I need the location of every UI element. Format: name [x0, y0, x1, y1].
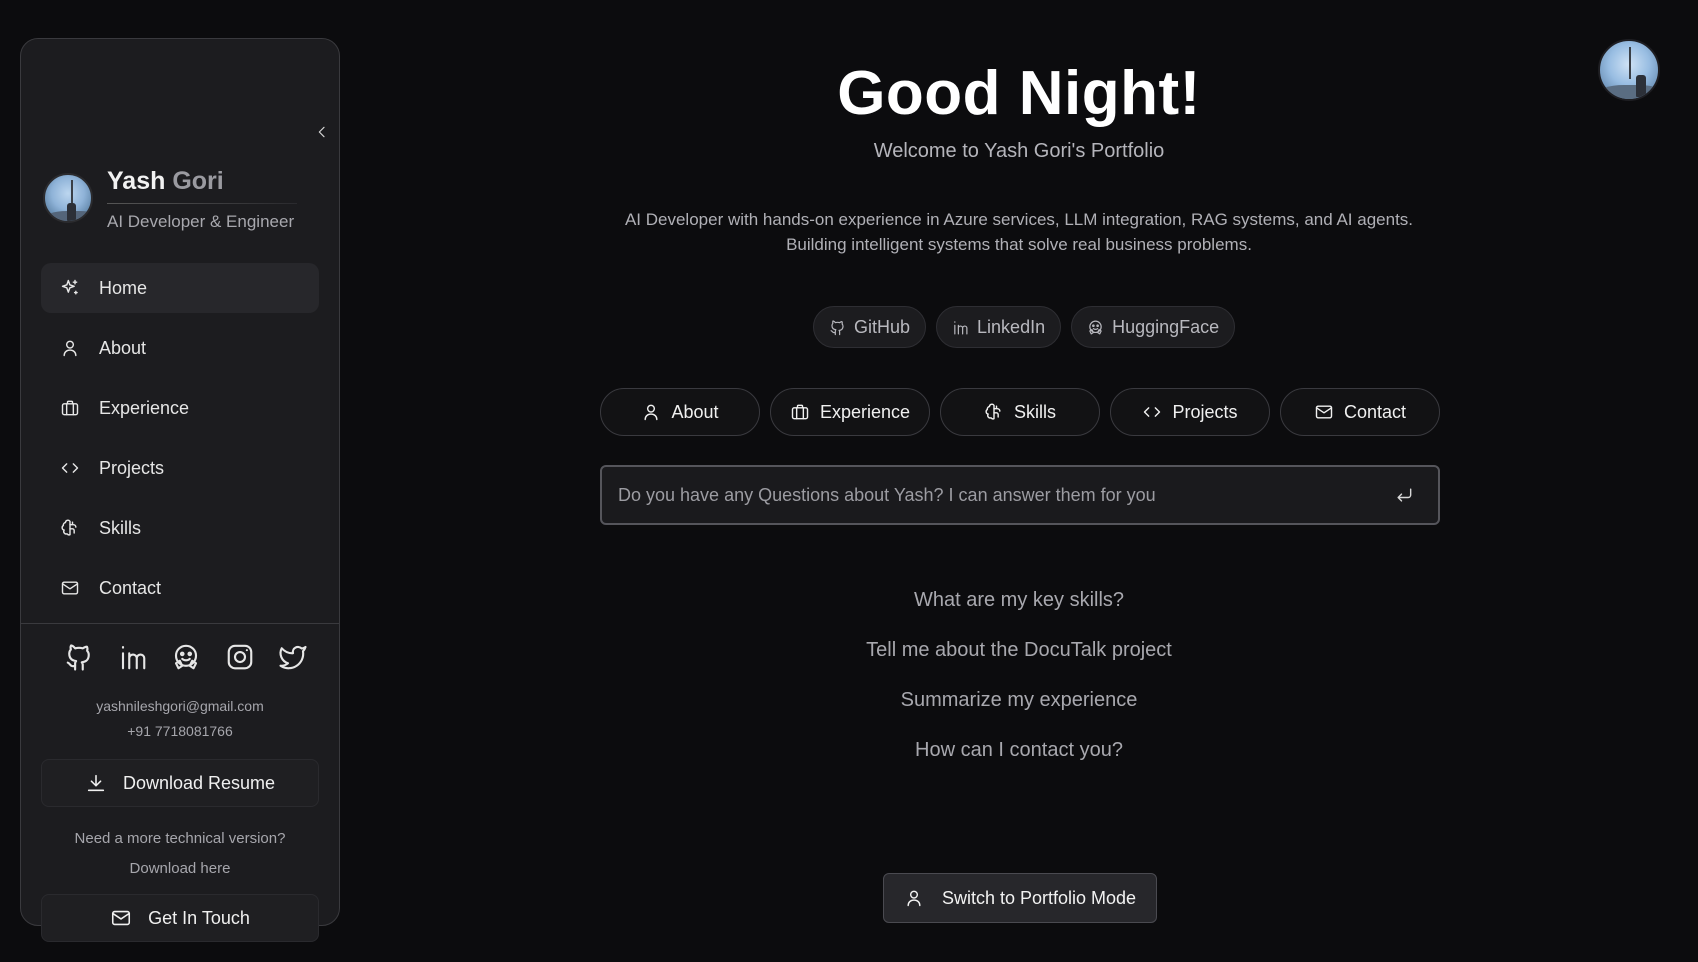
sidebar-item-label: Home [99, 277, 148, 298]
sidebar-item-experience[interactable]: Experience [41, 383, 319, 433]
submit-question-button[interactable] [1384, 475, 1424, 515]
page-title: Good Night! [837, 59, 1201, 128]
technical-version-text: Need a more technical version? [74, 830, 286, 847]
skills-button[interactable]: Skills [940, 388, 1100, 436]
github-chip[interactable]: GitHub [813, 306, 927, 348]
question-input[interactable] [602, 467, 1384, 523]
suggested-questions: What are my key skills? Tell me about th… [0, 586, 1698, 786]
about-button[interactable]: About [600, 388, 760, 436]
projects-button[interactable]: Projects [1110, 388, 1270, 436]
sidebar-item-skills[interactable]: Skills [41, 503, 319, 553]
question-box [600, 465, 1440, 525]
chip-label: LinkedIn [977, 316, 1046, 337]
enter-icon [1397, 488, 1412, 502]
code-icon [59, 457, 81, 479]
suggestion-item[interactable]: Summarize my experience [340, 686, 1698, 736]
sidebar-item-label: About [99, 337, 147, 358]
sidebar-item-label: Projects [99, 457, 165, 478]
chip-label: GitHub [854, 316, 911, 337]
profile-last-name: Gori [172, 167, 224, 195]
contact-button[interactable]: Contact [1280, 388, 1440, 436]
mail-icon [1315, 405, 1333, 419]
suggestion-item[interactable]: What are my key skills? [340, 586, 1698, 636]
profile-first-name: Yash [107, 167, 166, 195]
skills-button-label: Skills [1013, 401, 1056, 422]
technical-version-note: Need a more technical version? Download … [21, 824, 339, 884]
projects-button-label: Projects [1172, 401, 1238, 422]
github-icon [830, 319, 844, 335]
contact-button-label: Contact [1343, 401, 1407, 422]
get-in-touch-button[interactable]: Get In Touch [41, 894, 319, 942]
mail-icon [112, 910, 131, 926]
user-icon [644, 404, 659, 421]
download-here-link[interactable]: Download here [21, 854, 339, 884]
sidebar-item-home[interactable]: Home [41, 263, 319, 313]
intro-line: AI Developer with hands-on experience in… [624, 210, 1414, 229]
user-icon [907, 890, 921, 907]
sidebar-item-about[interactable]: About [41, 323, 319, 373]
intro-text: AI Developer with hands-on experience in… [0, 207, 1698, 257]
chip-label: HuggingFace [1112, 316, 1220, 337]
sidebar-item-label: Skills [99, 517, 142, 538]
suggestion-item[interactable]: How can I contact you? [340, 736, 1698, 786]
sidebar: Yash Gori AI Developer & Engineer Home A… [20, 38, 340, 942]
experience-button[interactable]: Experience [770, 388, 930, 436]
divider [107, 203, 297, 204]
sidebar-item-label: Experience [99, 397, 190, 418]
sidebar-item-projects[interactable]: Projects [41, 443, 319, 493]
sparkles-icon [59, 277, 81, 299]
profile-name: Yash Gori [107, 167, 224, 196]
huggingface-icon [1089, 320, 1102, 334]
switch-button-label: Switch to Portfolio Mode [941, 887, 1137, 908]
user-icon [59, 337, 81, 359]
get-in-touch-label: Get In Touch [148, 907, 250, 928]
about-button-label: About [671, 401, 719, 422]
brain-icon [59, 517, 81, 539]
sidebar-nav: Home About Experience Projects Skills Co… [41, 263, 319, 623]
briefcase-icon [59, 397, 81, 419]
experience-button-label: Experience [819, 401, 911, 422]
suggestion-item[interactable]: Tell me about the DocuTalk project [340, 636, 1698, 686]
huggingface-chip[interactable]: HuggingFace [1071, 306, 1236, 348]
profile-links: GitHub LinkedIn HuggingFace [813, 306, 1236, 348]
welcome-subtitle: Welcome to Yash Gori's Portfolio [873, 140, 1165, 162]
briefcase-icon [791, 404, 809, 420]
section-buttons: About Experience Skills Projects Contact [600, 388, 1440, 436]
code-icon [1144, 407, 1161, 417]
linkedin-icon [954, 320, 968, 334]
intro-line: Building intelligent systems that solve … [786, 235, 1252, 254]
brain-icon [985, 403, 1001, 420]
switch-to-portfolio-mode-button[interactable]: Switch to Portfolio Mode [883, 873, 1157, 923]
linkedin-chip[interactable]: LinkedIn [936, 306, 1062, 348]
